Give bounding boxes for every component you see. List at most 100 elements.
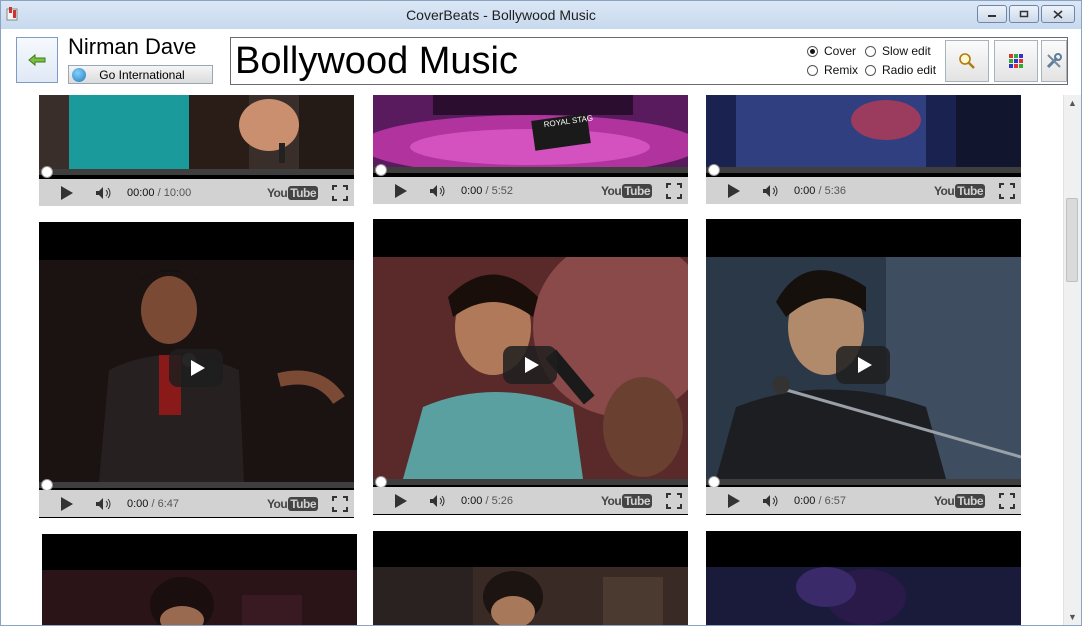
youtube-logo[interactable]: You Tube	[267, 185, 318, 200]
maximize-button[interactable]	[1009, 5, 1039, 23]
video-card[interactable]	[706, 531, 1021, 625]
player-controls: 0:00 / 6:47 You Tube	[39, 490, 354, 517]
progress-knob[interactable]	[375, 164, 387, 176]
vertical-scrollbar[interactable]: ▲ ▼	[1063, 95, 1081, 625]
title-bar: CoverBeats - Bollywood Music	[1, 1, 1081, 29]
video-card[interactable]: 0:00 / 5:26 You Tube	[373, 219, 688, 515]
fullscreen-icon[interactable]	[666, 182, 682, 199]
video-thumbnail: ROYAL STAG	[373, 95, 688, 167]
go-international-button[interactable]: Go International	[68, 65, 213, 84]
category-panel: Bollywood Music Cover Slow edit Remix Ra…	[230, 37, 1068, 85]
youtube-logo[interactable]: You Tube	[934, 183, 985, 198]
progress-bar[interactable]	[706, 476, 1021, 488]
grid-view-button[interactable]	[994, 40, 1038, 82]
video-card[interactable]: 00:00 / 10:00 You Tube	[39, 95, 354, 206]
volume-icon[interactable]	[429, 184, 447, 198]
play-overlay-button[interactable]	[836, 346, 890, 384]
fullscreen-icon[interactable]	[332, 184, 348, 201]
progress-bar[interactable]	[39, 479, 354, 491]
time-display: 00:00 / 10:00	[127, 186, 192, 199]
settings-button[interactable]	[1041, 40, 1067, 82]
play-icon[interactable]	[728, 493, 740, 508]
radio-label: Radio edit	[882, 63, 937, 77]
play-icon[interactable]	[61, 496, 73, 511]
grid-icon	[1009, 54, 1023, 68]
back-button[interactable]	[16, 37, 58, 83]
radio-dot	[865, 64, 876, 76]
scroll-up-arrow-icon[interactable]: ▲	[1064, 95, 1081, 111]
tools-icon	[1046, 53, 1062, 69]
radio-slow-edit[interactable]: Slow edit	[865, 44, 931, 58]
go-international-label: Go International	[99, 67, 185, 82]
globe-icon	[72, 67, 86, 82]
time-display: 0:00 / 6:57	[794, 494, 847, 507]
play-icon[interactable]	[61, 185, 73, 200]
back-arrow-icon	[28, 53, 46, 67]
video-card[interactable]: ROYAL STAG 0:00 / 5:52 You Tube	[373, 95, 688, 204]
header-toolbar: Nirman Dave Go International Bollywood M…	[1, 29, 1081, 91]
video-card[interactable]	[42, 534, 357, 625]
video-grid: 00:00 / 10:00 You Tube ROYAL STAG 0:00 / …	[1, 95, 1063, 625]
progress-bar[interactable]	[706, 164, 1021, 176]
search-icon	[959, 53, 975, 69]
youtube-logo[interactable]: You Tube	[601, 183, 652, 198]
fullscreen-icon[interactable]	[999, 492, 1015, 509]
progress-bar[interactable]	[373, 476, 688, 488]
youtube-logo[interactable]: You Tube	[267, 496, 318, 511]
progress-knob[interactable]	[708, 164, 720, 176]
volume-icon[interactable]	[95, 497, 113, 511]
play-icon[interactable]	[395, 183, 407, 198]
app-window: CoverBeats - Bollywood Music Nirman Dave…	[0, 0, 1082, 626]
time-display: 0:00 / 5:52	[461, 184, 514, 197]
radio-dot	[807, 64, 818, 76]
maximize-icon	[1010, 6, 1038, 22]
player-controls: 0:00 / 5:52 You Tube	[373, 177, 688, 204]
scroll-thumb[interactable]	[1066, 198, 1078, 282]
time-display: 0:00 / 5:36	[794, 184, 847, 197]
video-card[interactable]: 0:00 / 6:57 You Tube	[706, 219, 1021, 515]
progress-bar[interactable]	[39, 166, 354, 178]
player-controls: 0:00 / 5:36 You Tube	[706, 177, 1021, 204]
radio-radio-edit[interactable]: Radio edit	[865, 63, 936, 77]
video-thumbnail	[42, 570, 357, 625]
radio-label: Remix	[824, 63, 859, 77]
video-card[interactable]: 0:00 / 5:36 You Tube	[706, 95, 1021, 204]
video-thumbnail	[706, 95, 1021, 167]
minimize-icon	[978, 6, 1006, 22]
radio-remix[interactable]: Remix	[807, 63, 858, 77]
category-title: Bollywood Music	[235, 40, 518, 82]
volume-icon[interactable]	[429, 494, 447, 508]
close-button[interactable]	[1041, 5, 1075, 23]
video-thumbnail	[706, 567, 1021, 625]
youtube-logo[interactable]: You Tube	[934, 493, 985, 508]
radio-dot	[807, 45, 818, 57]
scroll-down-arrow-icon[interactable]: ▼	[1064, 609, 1081, 625]
play-icon[interactable]	[395, 493, 407, 508]
radio-cover[interactable]: Cover	[807, 44, 856, 58]
youtube-logo[interactable]: You Tube	[601, 493, 652, 508]
window-title: CoverBeats - Bollywood Music	[406, 7, 596, 23]
progress-bar[interactable]	[373, 164, 688, 176]
volume-icon[interactable]	[762, 184, 780, 198]
video-card[interactable]	[373, 531, 688, 625]
search-button[interactable]	[945, 40, 989, 82]
video-thumbnail	[39, 95, 354, 169]
fullscreen-icon[interactable]	[999, 182, 1015, 199]
radio-label: Slow edit	[882, 44, 931, 58]
time-display: 0:00 / 6:47	[127, 497, 180, 510]
play-overlay-button[interactable]	[169, 349, 223, 387]
user-name: Nirman Dave	[68, 34, 197, 59]
radio-dot	[865, 45, 876, 57]
play-icon[interactable]	[728, 183, 740, 198]
play-overlay-button[interactable]	[503, 346, 557, 384]
time-display: 0:00 / 5:26	[461, 494, 514, 507]
volume-icon[interactable]	[762, 494, 780, 508]
fullscreen-icon[interactable]	[332, 495, 348, 512]
volume-icon[interactable]	[95, 186, 113, 200]
video-card[interactable]: 0:00 / 6:47 You Tube	[39, 222, 354, 518]
close-icon	[1042, 6, 1074, 22]
player-controls: 0:00 / 5:26 You Tube	[373, 487, 688, 514]
minimize-button[interactable]	[977, 5, 1007, 23]
progress-knob[interactable]	[41, 166, 53, 178]
fullscreen-icon[interactable]	[666, 492, 682, 509]
